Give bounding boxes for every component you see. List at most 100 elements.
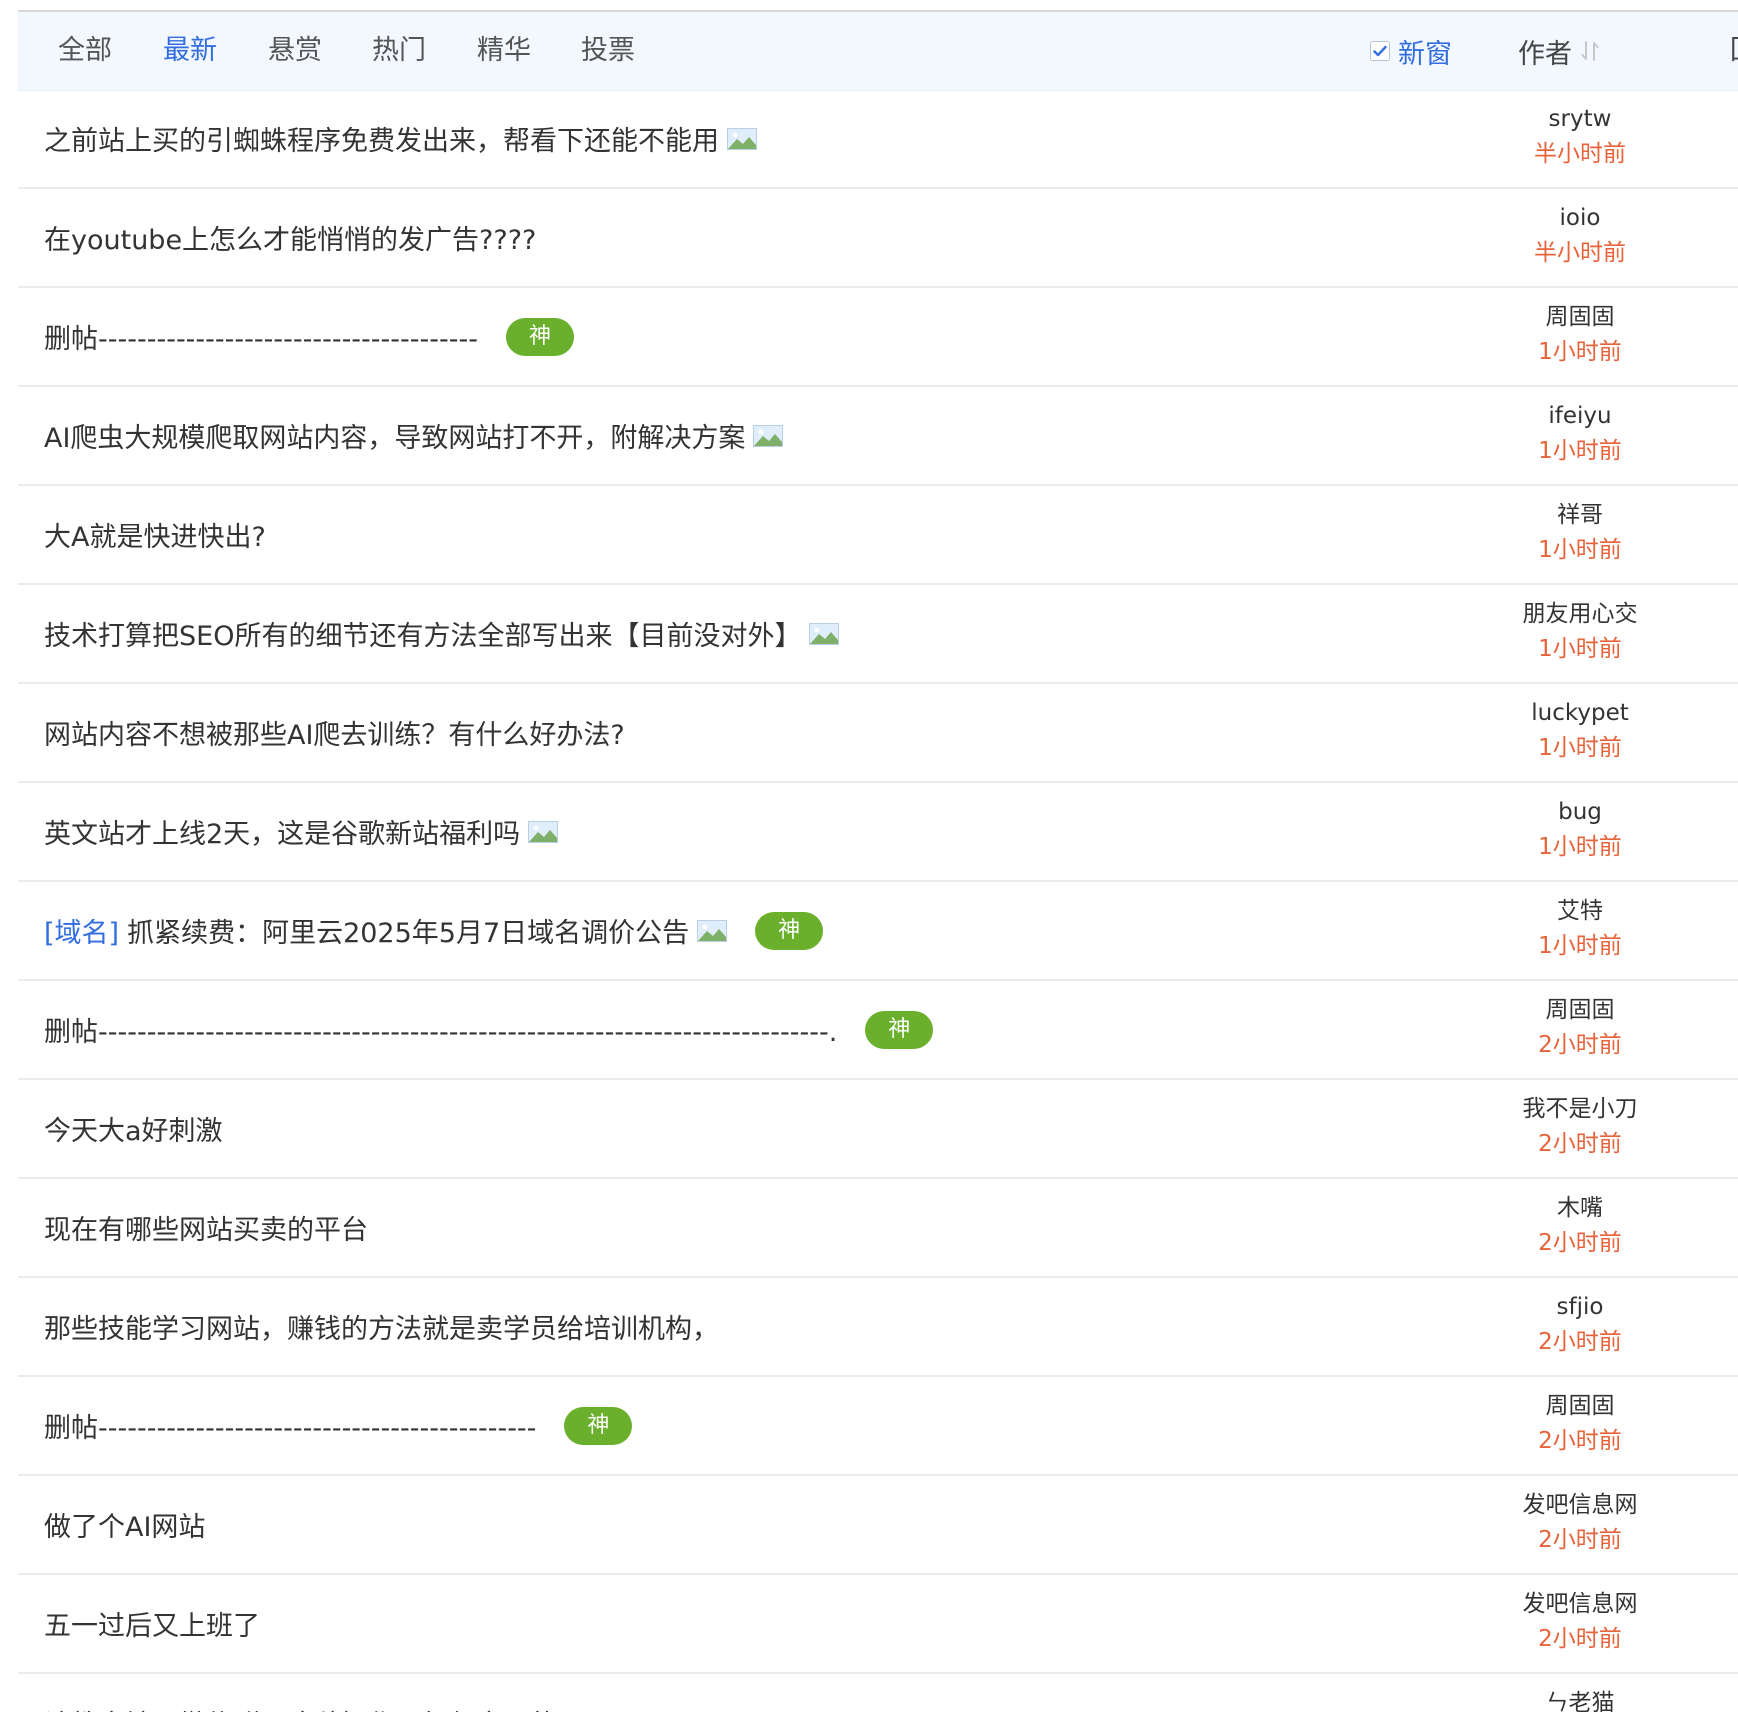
post-row: [域名] 抓紧续费：阿里云2025年5月7日域名调价公告 神 艾特 1小时前: [18, 882, 1738, 981]
post-row: 做了个AI网站 发吧信息网 2小时前: [18, 1476, 1738, 1575]
post-author-link[interactable]: 发吧信息网: [1430, 1488, 1730, 1522]
post-time: 1小时前: [1538, 636, 1622, 662]
post-title-wrap: 在youtube上怎么才能悄悄的发广告????: [44, 189, 536, 286]
post-title-wrap: 现在有哪些网站买卖的平台: [44, 1179, 368, 1276]
post-author-link[interactable]: ㄣ老猫: [1430, 1686, 1730, 1712]
post-author-link[interactable]: bug: [1430, 795, 1730, 829]
post-author-link[interactable]: 周固固: [1430, 300, 1730, 334]
post-row: 大A就是快进快出? 祥哥 1小时前: [18, 486, 1738, 585]
post-row: 在youtube上怎么才能悄悄的发广告???? ioio 半小时前: [18, 189, 1738, 288]
checkmark-icon: [1373, 45, 1387, 57]
post-meta: 祥哥 1小时前: [1430, 498, 1730, 568]
post-row: AI爬虫大规模爬取网站内容，导致网站打不开，附解决方案 ifeiyu 1小时前: [18, 387, 1738, 486]
image-attachment-icon: [753, 424, 784, 447]
post-meta: 周固固 2小时前: [1430, 1389, 1730, 1459]
post-title-link[interactable]: 技术打算把SEO所有的细节还有方法全部写出来【目前没对外】: [44, 614, 801, 653]
post-title-link[interactable]: 在youtube上怎么才能悄悄的发广告????: [44, 218, 536, 257]
post-meta: ioio 半小时前: [1430, 201, 1730, 271]
post-row: 现在有哪些网站买卖的平台 木嘴 2小时前: [18, 1179, 1738, 1278]
post-title-wrap: 删帖--------------------------------------…: [44, 288, 574, 385]
post-title-link[interactable]: 英文站才上线2天，这是谷歌新站福利吗: [44, 812, 520, 851]
post-author-link[interactable]: 祥哥: [1430, 498, 1730, 532]
post-author-link[interactable]: ioio: [1430, 201, 1730, 235]
post-title-wrap: 做了个AI网站: [44, 1476, 205, 1573]
post-title-wrap: 技术打算把SEO所有的细节还有方法全部写出来【目前没对外】: [44, 585, 840, 682]
post-author-link[interactable]: 周固固: [1430, 993, 1730, 1027]
post-title-link[interactable]: 大A就是快进快出?: [44, 515, 266, 554]
post-meta: bug 1小时前: [1430, 795, 1730, 865]
tab-featured[interactable]: 精华: [477, 32, 531, 70]
author-column-header[interactable]: 作者: [1518, 32, 1600, 70]
post-author-link[interactable]: srytw: [1430, 102, 1730, 136]
post-row: 那些技能学习网站，赚钱的方法就是卖学员给培训机构， sfjio 2小时前: [18, 1278, 1738, 1377]
post-time: 1小时前: [1538, 438, 1622, 464]
post-title-wrap: 今天大a好刺激: [44, 1080, 223, 1177]
new-window-toggle[interactable]: 新窗: [1370, 32, 1452, 70]
tab-all[interactable]: 全部: [58, 32, 112, 70]
post-title-wrap: 请教大神，微信群里这种操作是如何实现的?: [44, 1674, 610, 1712]
post-author-link[interactable]: 艾特: [1430, 894, 1730, 928]
post-author-link[interactable]: 木嘴: [1430, 1191, 1730, 1225]
post-meta: 发吧信息网 2小时前: [1430, 1587, 1730, 1657]
post-title-wrap: 五一过后又上班了: [44, 1575, 260, 1672]
god-badge: 神: [505, 317, 574, 356]
tab-bounty[interactable]: 悬赏: [268, 32, 322, 70]
post-title-link[interactable]: AI爬虫大规模爬取网站内容，导致网站打不开，附解决方案: [44, 416, 745, 455]
post-title-wrap: 英文站才上线2天，这是谷歌新站福利吗: [44, 783, 559, 880]
post-author-link[interactable]: sfjio: [1430, 1290, 1730, 1324]
post-row: 五一过后又上班了 发吧信息网 2小时前: [18, 1575, 1738, 1674]
post-author-link[interactable]: 我不是小刀: [1430, 1092, 1730, 1126]
post-author-link[interactable]: 发吧信息网: [1430, 1587, 1730, 1621]
post-category-link[interactable]: [域名]: [44, 911, 119, 950]
post-time: 2小时前: [1538, 1626, 1622, 1652]
post-row: 网站内容不想被那些AI爬去训练？有什么好办法? luckypet 1小时前: [18, 684, 1738, 783]
new-window-checkbox[interactable]: [1370, 41, 1390, 61]
post-time: 半小时前: [1534, 141, 1626, 167]
post-title-link[interactable]: 做了个AI网站: [44, 1505, 205, 1544]
post-time: 2小时前: [1538, 1032, 1622, 1058]
god-badge: 神: [564, 1406, 633, 1445]
tab-latest[interactable]: 最新: [163, 32, 217, 70]
post-title-link[interactable]: 请教大神，微信群里这种操作是如何实现的?: [44, 1703, 571, 1712]
post-title-link[interactable]: 删帖--------------------------------------…: [44, 1010, 837, 1049]
post-list: 之前站上买的引蜘蛛程序免费发出来，帮看下还能不能用 srytw 半小时前 在yo…: [18, 90, 1738, 1712]
post-author-link[interactable]: luckypet: [1430, 696, 1730, 730]
reply-column-header[interactable]: 回: [1730, 32, 1738, 70]
post-author-link[interactable]: 周固固: [1430, 1389, 1730, 1423]
post-title-wrap: 删帖--------------------------------------…: [44, 1377, 633, 1474]
post-title-link[interactable]: 网站内容不想被那些AI爬去训练？有什么好办法?: [44, 713, 625, 752]
god-badge: 神: [755, 911, 824, 950]
sort-icon[interactable]: [1580, 40, 1600, 62]
post-meta: 木嘴 2小时前: [1430, 1191, 1730, 1261]
image-attachment-icon: [727, 127, 757, 150]
post-author-link[interactable]: 朋友用心交: [1430, 597, 1730, 631]
post-title-link[interactable]: 抓紧续费：阿里云2025年5月7日域名调价公告: [127, 911, 689, 950]
post-title-link[interactable]: 现在有哪些网站买卖的平台: [44, 1208, 368, 1247]
post-title-wrap: 网站内容不想被那些AI爬去训练？有什么好办法?: [44, 684, 625, 781]
post-row: 英文站才上线2天，这是谷歌新站福利吗 bug 1小时前: [18, 783, 1738, 882]
post-row: 删帖--------------------------------------…: [18, 981, 1738, 1080]
post-time: 2小时前: [1538, 1329, 1622, 1355]
post-title-wrap: 大A就是快进快出?: [44, 486, 266, 583]
post-meta: ifeiyu 1小时前: [1430, 399, 1730, 469]
post-title-wrap: AI爬虫大规模爬取网站内容，导致网站打不开，附解决方案: [44, 387, 784, 484]
post-time: 1小时前: [1538, 735, 1622, 761]
post-meta: 艾特 1小时前: [1430, 894, 1730, 964]
post-title-link[interactable]: 删帖--------------------------------------…: [44, 1406, 536, 1445]
post-time: 半小时前: [1534, 240, 1626, 266]
post-time: 2小时前: [1538, 1230, 1622, 1256]
post-time: 1小时前: [1538, 339, 1622, 365]
post-title-link[interactable]: 今天大a好刺激: [44, 1109, 223, 1148]
tab-vote[interactable]: 投票: [581, 32, 635, 70]
post-meta: 朋友用心交 1小时前: [1430, 597, 1730, 667]
post-title-link[interactable]: 那些技能学习网站，赚钱的方法就是卖学员给培训机构，: [44, 1307, 719, 1346]
post-time: 2小时前: [1538, 1131, 1622, 1157]
post-author-link[interactable]: ifeiyu: [1430, 399, 1730, 433]
tab-hot[interactable]: 热门: [372, 32, 426, 70]
post-title-link[interactable]: 之前站上买的引蜘蛛程序免费发出来，帮看下还能不能用: [44, 119, 719, 158]
god-badge: 神: [865, 1010, 934, 1049]
post-title-wrap: 之前站上买的引蜘蛛程序免费发出来，帮看下还能不能用: [44, 90, 757, 187]
post-title-link[interactable]: 五一过后又上班了: [44, 1604, 260, 1643]
post-title-link[interactable]: 删帖--------------------------------------…: [44, 317, 478, 356]
post-title-wrap: 删帖--------------------------------------…: [44, 981, 934, 1078]
